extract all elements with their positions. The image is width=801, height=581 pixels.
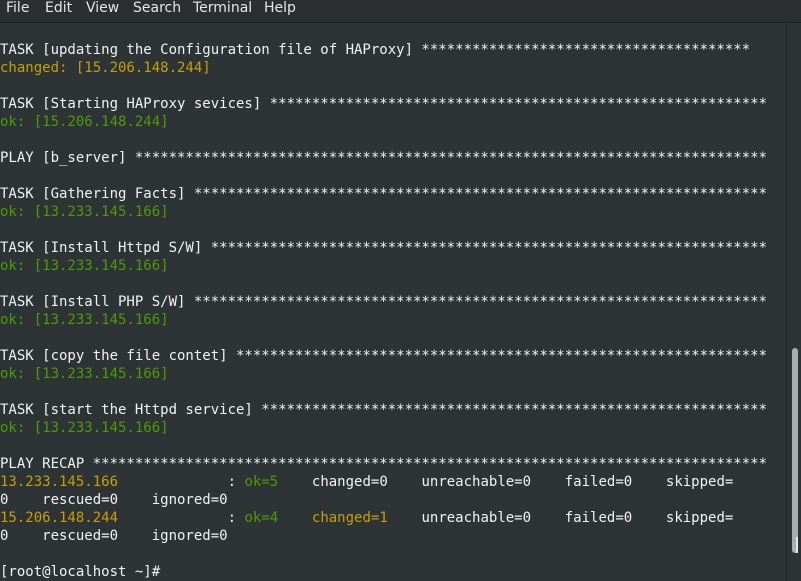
terminal-line: PLAY RECAP *****************************… xyxy=(0,455,767,473)
terminal-text-segment: ok=5 xyxy=(244,474,279,490)
menu-bar: File Edit View Search Terminal Help xyxy=(0,0,801,23)
menu-file[interactable]: File xyxy=(6,0,29,22)
menu-view[interactable]: View xyxy=(86,0,119,22)
terminal-line: TASK [Starting HAProxy sevices] ********… xyxy=(0,95,767,113)
terminal-text-segment: [root@localhost ~]# xyxy=(0,564,169,580)
terminal-text-segment: ok: [15.206.148.244] xyxy=(0,114,169,130)
terminal-line: changed: [15.206.148.244] xyxy=(0,59,211,77)
terminal-text-segment: ok: [13.233.145.166] xyxy=(0,420,169,436)
terminal-text-segment: TASK [Install Httpd S/W] ***************… xyxy=(0,240,768,256)
text-cursor-icon xyxy=(796,537,798,553)
terminal-text-segment: changed=1 xyxy=(311,510,388,526)
terminal-line: 15.206.148.244 : ok=4 changed=1 unreacha… xyxy=(0,509,733,527)
terminal-text-segment: 13.233.145.166 xyxy=(0,474,119,490)
terminal-line: ok: [13.233.145.166] xyxy=(0,419,169,437)
terminal-text-segment: changed=0 unreachable=0 failed=0 skipped… xyxy=(278,474,734,490)
terminal-line: ok: [13.233.145.166] xyxy=(0,203,169,221)
terminal-text-segment: TASK [start the Httpd service] *********… xyxy=(0,402,768,418)
menu-edit[interactable]: Edit xyxy=(45,0,72,22)
terminal-text-segment: TASK [Install PHP S/W] *****************… xyxy=(0,294,768,310)
terminal-text-segment: TASK [updating the Configuration file of… xyxy=(0,42,751,58)
terminal-line: ok: [13.233.145.166] xyxy=(0,311,169,329)
terminal-text-segment: ok: [13.233.145.166] xyxy=(0,258,169,274)
terminal-line: 13.233.145.166 : ok=5 changed=0 unreacha… xyxy=(0,473,733,491)
terminal-line: TASK [Install Httpd S/W] ***************… xyxy=(0,239,767,257)
vertical-scrollbar[interactable] xyxy=(786,23,801,581)
terminal-text-segment: unreachable=0 failed=0 skipped= xyxy=(387,510,734,526)
terminal-line: TASK [updating the Configuration file of… xyxy=(0,41,750,59)
terminal-line: TASK [Install PHP S/W] *****************… xyxy=(0,293,767,311)
terminal-line: 0 rescued=0 ignored=0 xyxy=(0,491,228,509)
terminal-text-segment: PLAY [b_server] ************************… xyxy=(0,150,768,166)
terminal-line: TASK [start the Httpd service] *********… xyxy=(0,401,767,419)
terminal-text-segment: PLAY RECAP *****************************… xyxy=(0,456,768,472)
terminal-text-segment: ok: [13.233.145.166] xyxy=(0,204,169,220)
terminal-text-segment: ok: [13.233.145.166] xyxy=(0,366,169,382)
terminal-text-segment: ok: [13.233.145.166] xyxy=(0,312,169,328)
terminal-text-segment: TASK [Starting HAProxy sevices] ********… xyxy=(0,96,768,112)
terminal-text-segment: ok=4 xyxy=(244,510,279,526)
terminal-line: ok: [15.206.148.244] xyxy=(0,113,169,131)
terminal-line: 0 rescued=0 ignored=0 xyxy=(0,527,228,545)
terminal-line: TASK [copy the file contet] ************… xyxy=(0,347,767,365)
terminal-text-segment: 0 rescued=0 ignored=0 xyxy=(0,528,228,544)
terminal-line: ok: [13.233.145.166] xyxy=(0,365,169,383)
terminal-output[interactable]: TASK [updating the Configuration file of… xyxy=(0,23,786,581)
terminal-text-segment: : xyxy=(118,474,245,490)
terminal-line: TASK [Gathering Facts] *****************… xyxy=(0,185,767,203)
terminal-text-segment: 15.206.148.244 xyxy=(0,510,119,526)
menu-search[interactable]: Search xyxy=(133,0,181,22)
terminal-line: ok: [13.233.145.166] xyxy=(0,257,169,275)
terminal-text-segment: TASK [Gathering Facts] *****************… xyxy=(0,186,768,202)
terminal-text-segment: TASK [copy the file contet] ************… xyxy=(0,348,768,364)
terminal-line: PLAY [b_server] ************************… xyxy=(0,149,767,167)
menu-terminal[interactable]: Terminal xyxy=(193,0,252,22)
terminal-text-segment: 0 rescued=0 ignored=0 xyxy=(0,492,228,508)
menu-help[interactable]: Help xyxy=(264,0,296,22)
terminal-text-segment: changed: [15.206.148.244] xyxy=(0,60,211,76)
terminal-line: [root@localhost ~]# xyxy=(0,563,169,581)
scrollbar-thumb[interactable] xyxy=(792,348,798,553)
terminal-text-segment: : xyxy=(118,510,245,526)
